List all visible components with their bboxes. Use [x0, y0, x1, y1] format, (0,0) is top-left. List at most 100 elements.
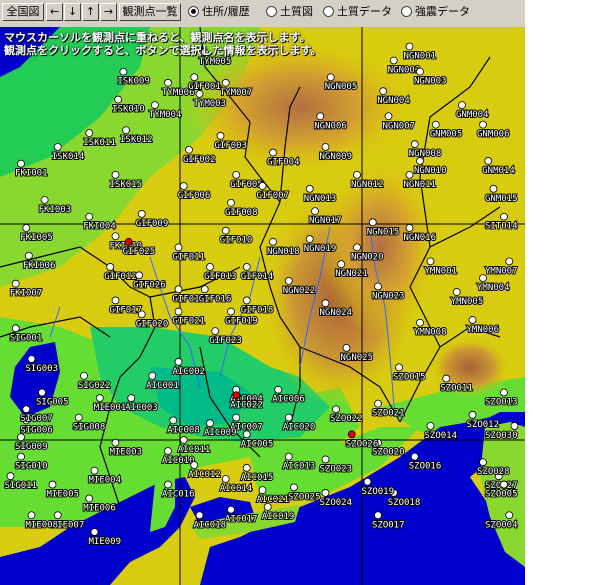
station-dot[interactable] — [232, 391, 241, 400]
station-dot[interactable] — [211, 327, 220, 336]
station-dot[interactable] — [22, 223, 31, 232]
station-dot[interactable] — [48, 480, 57, 489]
station-dot[interactable] — [111, 438, 120, 447]
station-dot[interactable] — [410, 452, 419, 461]
station-dot[interactable] — [11, 279, 20, 288]
station-dot[interactable] — [389, 56, 398, 65]
station-dot[interactable] — [6, 472, 15, 481]
station-dot[interactable] — [326, 73, 335, 82]
station-dot[interactable] — [269, 237, 277, 246]
station-dot[interactable] — [85, 212, 94, 221]
station-dot[interactable] — [290, 483, 298, 492]
station-dot[interactable] — [468, 410, 477, 419]
station-dot[interactable] — [510, 422, 519, 430]
station-dot[interactable] — [405, 170, 414, 179]
station-dot[interactable] — [374, 511, 382, 520]
station-dot[interactable] — [17, 433, 25, 442]
station-dot[interactable] — [114, 95, 123, 104]
station-dot[interactable] — [405, 223, 414, 232]
station-dot[interactable] — [416, 318, 424, 327]
station-dot[interactable] — [311, 207, 319, 216]
station-dot[interactable] — [347, 430, 356, 439]
station-dot[interactable] — [127, 394, 136, 402]
station-dot[interactable] — [174, 243, 183, 252]
station-dot[interactable] — [150, 101, 159, 110]
station-dot[interactable] — [227, 505, 235, 514]
station-dot[interactable] — [11, 324, 20, 333]
station-dot[interactable] — [227, 198, 235, 207]
pan-down-button[interactable]: ↓ — [64, 3, 81, 21]
station-dot[interactable] — [85, 494, 94, 503]
station-dot[interactable] — [500, 212, 508, 221]
station-dot[interactable] — [227, 307, 235, 316]
station-dot[interactable] — [190, 73, 199, 82]
pan-left-button[interactable]: ← — [46, 3, 63, 21]
station-dot[interactable] — [22, 405, 31, 414]
station-dot[interactable] — [164, 447, 172, 455]
station-dot[interactable] — [90, 528, 99, 536]
station-dot[interactable] — [426, 257, 435, 266]
station-dot[interactable] — [305, 184, 314, 193]
station-dot[interactable] — [284, 452, 293, 461]
station-dot[interactable] — [384, 112, 393, 121]
station-dot[interactable] — [374, 399, 382, 408]
station-dot[interactable] — [40, 196, 49, 204]
station-dot[interactable] — [258, 182, 267, 190]
station-dot[interactable] — [305, 235, 314, 243]
station-dot[interactable] — [479, 458, 487, 467]
station-dot[interactable] — [111, 232, 120, 241]
station-dot[interactable] — [232, 413, 241, 422]
station-dot[interactable] — [405, 42, 414, 51]
station-dot[interactable] — [431, 120, 440, 129]
station-dot[interactable] — [337, 260, 346, 269]
station-dot[interactable] — [195, 511, 204, 520]
station-dot[interactable] — [17, 159, 25, 168]
station-dot[interactable] — [232, 170, 241, 179]
station-dot[interactable] — [122, 126, 130, 135]
station-dot[interactable] — [90, 466, 99, 475]
station-dot[interactable] — [452, 288, 461, 296]
station-dot[interactable] — [316, 112, 325, 121]
station-dot[interactable] — [221, 78, 230, 87]
station-dot[interactable] — [468, 316, 477, 324]
station-dot[interactable] — [221, 475, 230, 483]
station-dot[interactable] — [284, 276, 293, 285]
station-dot[interactable] — [137, 210, 146, 218]
station-dot[interactable] — [416, 67, 424, 76]
station-dot[interactable] — [135, 271, 144, 280]
station-dot[interactable] — [179, 436, 188, 444]
station-dot[interactable] — [374, 282, 382, 291]
station-dot[interactable] — [274, 385, 283, 394]
station-dot[interactable] — [206, 263, 214, 271]
station-dot[interactable] — [258, 486, 267, 495]
station-dot[interactable] — [27, 355, 36, 363]
station-dot[interactable] — [27, 511, 36, 520]
station-dot[interactable] — [137, 310, 146, 319]
station-dot[interactable] — [124, 237, 133, 246]
station-dot[interactable] — [410, 140, 419, 149]
station-dot[interactable] — [426, 422, 435, 430]
station-dot[interactable] — [53, 511, 62, 520]
station-map[interactable]: ISK009 ISK010 ISK011 ISK012 ISK014 ISK015 FKI0… — [0, 27, 525, 585]
station-dot[interactable] — [74, 413, 83, 422]
station-dot[interactable] — [500, 480, 508, 489]
station-dot[interactable] — [363, 477, 372, 486]
station-dot[interactable] — [164, 78, 172, 87]
station-dot[interactable] — [379, 87, 388, 96]
station-dot[interactable] — [111, 170, 120, 179]
radio-soil-data[interactable]: 土質データ — [323, 5, 392, 19]
station-dot[interactable] — [442, 374, 451, 383]
station-dot[interactable] — [332, 405, 340, 414]
station-dot[interactable] — [53, 143, 62, 151]
station-dot[interactable] — [479, 120, 487, 129]
station-dot[interactable] — [174, 357, 183, 366]
station-dot[interactable] — [395, 363, 403, 372]
station-dot[interactable] — [342, 343, 351, 352]
station-dot[interactable] — [500, 388, 508, 397]
radio-address-history[interactable]: 住所/履歴 — [188, 5, 250, 19]
station-dot[interactable] — [489, 184, 498, 193]
station-dot[interactable] — [169, 416, 178, 425]
station-dot[interactable] — [321, 143, 330, 151]
station-dot[interactable] — [148, 371, 157, 380]
station-dot[interactable] — [321, 489, 330, 497]
